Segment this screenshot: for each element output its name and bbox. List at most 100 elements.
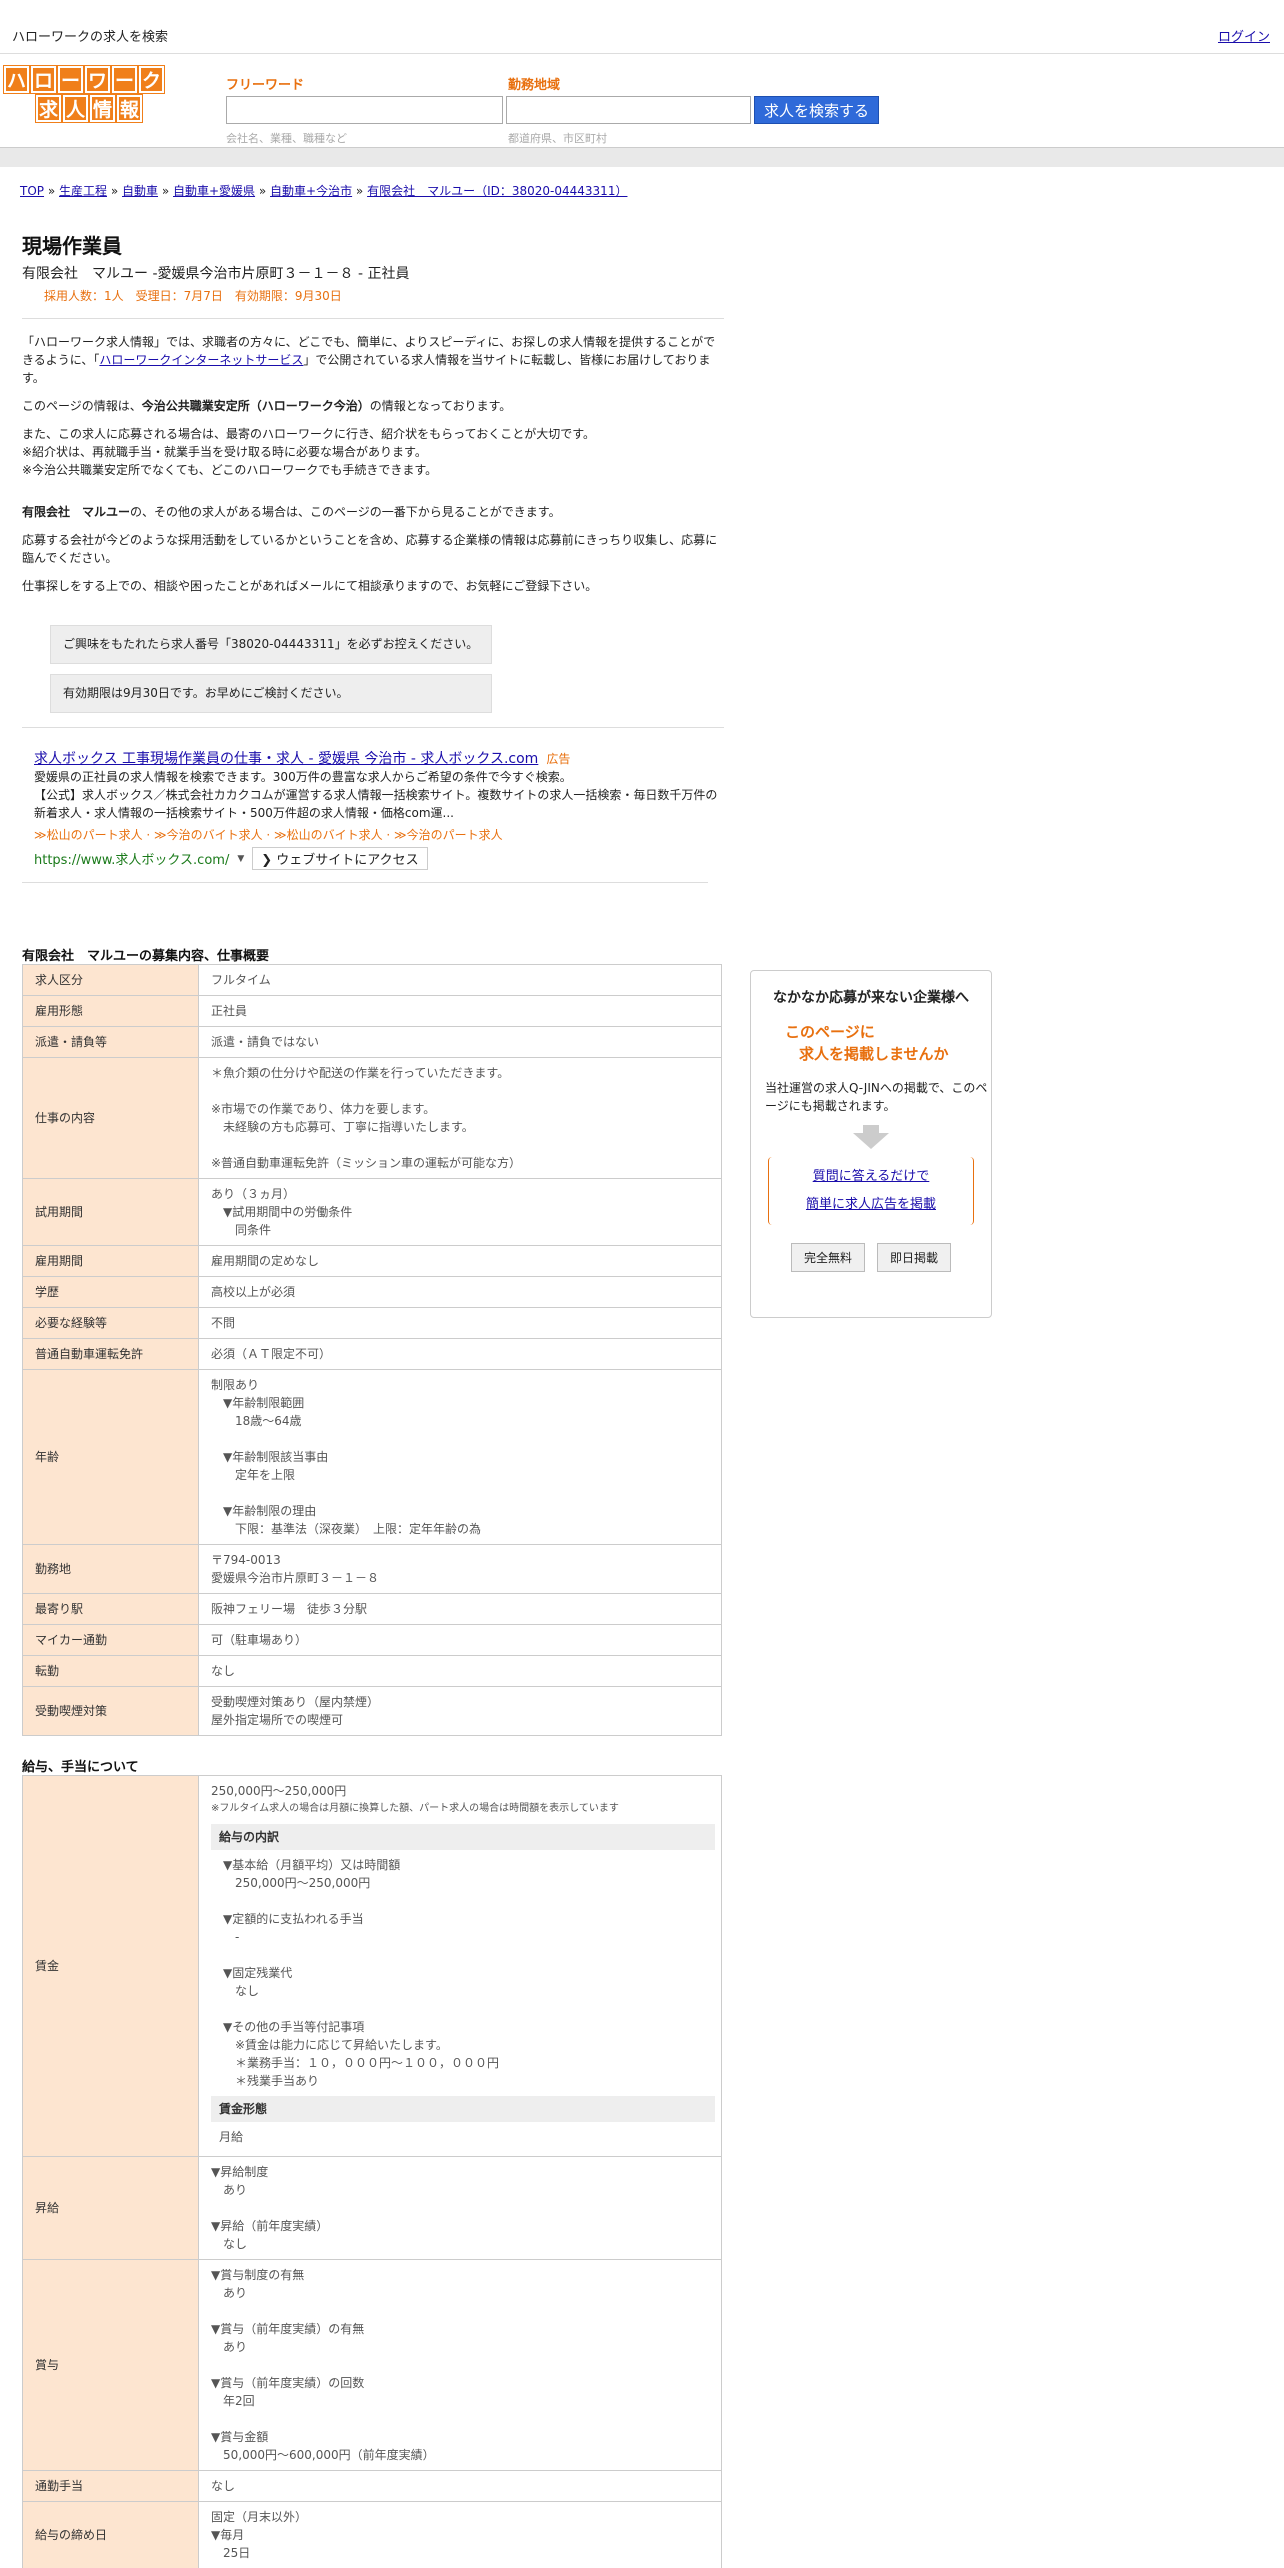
expiry-notice: 有効期限は9月30日です。お早めにご検討ください。 [50, 674, 492, 713]
visit-website-button[interactable]: ❯ ウェブサイトにアクセス [252, 847, 428, 870]
table-row: 雇用期間 雇用期間の定めなし [22, 1245, 722, 1277]
row-value: 固定（月末以外） ▼毎月 25日 [198, 2501, 722, 2568]
table-row: 派遣・請負等 派遣・請負ではない [22, 1026, 722, 1058]
logo-char: ー [111, 65, 138, 94]
sidebar-link-questions[interactable]: 質問に答えるだけで [813, 1169, 930, 1184]
table-row: 通勤手当 なし [22, 2470, 722, 2502]
freeword-input[interactable] [226, 96, 503, 124]
area-input[interactable] [506, 96, 751, 124]
row-value: ▼昇給制度 あり ▼昇給（前年度実績） なし [198, 2156, 722, 2260]
site-description: ハローワークの求人を検索 [12, 30, 169, 45]
row-label: 派遣・請負等 [22, 1026, 199, 1058]
row-label: 最寄り駅 [22, 1593, 199, 1625]
intro-text: このページの情報は、 [22, 399, 142, 413]
intro-text: ※今治公共職業安定所でなくても、どこのハローワークでも手続きできます。 [22, 463, 438, 477]
main-content: 現場作業員 有限会社 マルユー -愛媛県今治市片原町３－１－８ - 正社員 採用… [22, 230, 724, 2568]
breadcrumb-company[interactable]: 有限会社 マルユー（ID：38020-04443311） [367, 184, 627, 198]
breadcrumb-category[interactable]: 生産工程 [59, 184, 107, 198]
table-row: 学歴 高校以上が必須 [22, 1276, 722, 1308]
ad-description-2: 【公式】求人ボックス／株式会社カカクコムが運営する求人情報一括検索サイト。複数サ… [34, 788, 718, 820]
table-row: 最寄り駅 阪神フェリー場 徒歩３分駅 [22, 1593, 722, 1625]
breakdown-content: ▼基本給（月額平均）又は時間額 250,000円〜250,000円 ▼定額的に支… [223, 1858, 500, 2088]
breadcrumb-subcategory[interactable]: 自動車 [122, 184, 158, 198]
intro-paragraph-6: 仕事探しをする上での、相談や困ったことがあればメールにて相談承りますので、お気軽… [22, 579, 598, 593]
row-value: フルタイム [198, 964, 722, 996]
ad-sublinks[interactable]: ≫松山のパート求人 · ≫今治のバイト求人 · ≫松山のバイト求人 · ≫今治の… [34, 826, 724, 843]
row-label: 雇用形態 [22, 995, 199, 1027]
logo-char: ハ [3, 65, 30, 94]
logo-char: 情 [89, 94, 116, 123]
intro-paragraph-1: 「ハローワーク求人情報」では、求職者の方々に、どこでも、簡単に、よりスピーディに… [22, 333, 724, 387]
intro-paragraph-3: また、この求人に応募される場合は、最寄のハローワークに行き、紹介状をもらっておく… [22, 425, 724, 479]
breadcrumb: TOP » 生産工程 » 自動車 » 自動車+愛媛県 » 自動車+今治市 » 有… [20, 184, 628, 198]
row-label: 仕事の内容 [22, 1057, 199, 1179]
overview-title: 有限会社 マルユーの募集内容、仕事概要 [22, 949, 270, 964]
ad-title-link[interactable]: 求人ボックス 工事現場作業員の仕事・求人 - 愛媛県 今治市 - 求人ボックス.… [34, 751, 538, 767]
login-link[interactable]: ログイン [1218, 26, 1270, 45]
table-row: 仕事の内容 ＊魚介類の仕分けや配送の作業を行っていただきます。 ※市場での作業であ… [22, 1057, 722, 1179]
table-row: 給与の締め日 固定（月末以外） ▼毎月 25日 [22, 2501, 722, 2568]
row-label: 試用期間 [22, 1178, 199, 1246]
table-row: 雇用形態 正社員 [22, 995, 722, 1027]
ad-url-row: https://www.求人ボックス.com/ ▼ ❯ ウェブサイトにアクセス [34, 847, 724, 870]
breakdown-heading: 給与の内訳 [211, 1824, 715, 1850]
row-value: 受動喫煙対策あり（屋内禁煙） 屋外指定場所での喫煙可 [198, 1686, 722, 1736]
wage-form-value: 月給 [219, 2130, 244, 2144]
row-label: 学歴 [22, 1276, 199, 1308]
sidebar-text: 当社運営の求人Q-JINへの掲載で、このページにも掲載されます。 [765, 1081, 988, 1113]
logo-char: 人 [62, 94, 89, 123]
breadcrumb-city[interactable]: 自動車+今治市 [270, 184, 352, 198]
row-label: 賞与 [22, 2259, 199, 2471]
row-label: 求人区分 [22, 964, 199, 996]
table-row: 転勤 なし [22, 1655, 722, 1687]
breadcrumb-top[interactable]: TOP [20, 184, 44, 198]
sidebar-catch-line-1: このページに [785, 1023, 875, 1041]
row-value: 〒794-0013 愛媛県今治市片原町３－１－８ [198, 1544, 722, 1594]
same-day-button[interactable]: 即日掲載 [877, 1243, 952, 1272]
intro-paragraph-4: 有限会社 マルユーの、その他の求人がある場合は、このページの一番下から見ることが… [22, 503, 724, 521]
table-row: マイカー通勤 可（駐車場あり） [22, 1624, 722, 1656]
wage-note: ※フルタイム求人の場合は月額に換算した額、パート求人の場合は時間額を表示していま… [211, 1803, 619, 1814]
hellowork-internet-link[interactable]: ハローワークインターネットサービス [99, 353, 303, 367]
sidebar-link-post-ad[interactable]: 簡単に求人広告を掲載 [806, 1197, 936, 1212]
row-label: 年齢 [22, 1369, 199, 1545]
intro-paragraph-5: 応募する会社が今どのような採用活動をしているかということを含め、応募する企業様の… [22, 533, 718, 565]
company-line: 有限会社 マルユー -愛媛県今治市片原町３－１－８ - 正社員 [22, 266, 410, 282]
office-name: 今治公共職業安定所（ハローワーク今治） [141, 399, 370, 413]
logo-char: ー [57, 65, 84, 94]
wage-range: 250,000円〜250,000円 [211, 1784, 347, 1798]
logo-char: 報 [116, 94, 143, 123]
table-row: 必要な経験等 不問 [22, 1307, 722, 1339]
row-value: ＊魚介類の仕分けや配送の作業を行っていただきます。 ※市場での作業であり、体力を… [198, 1057, 722, 1179]
divider [22, 318, 724, 319]
search-button[interactable]: 求人を検索する [754, 96, 879, 124]
breadcrumb-prefecture[interactable]: 自動車+愛媛県 [173, 184, 255, 198]
sidebar-catchphrase: このページに 求人を掲載しませんか [751, 1021, 991, 1065]
row-label: 受動喫煙対策 [22, 1686, 199, 1736]
row-label: 通勤手当 [22, 2470, 199, 2502]
row-label: 普通自動車運転免許 [22, 1338, 199, 1370]
arrow-down-icon [863, 1125, 879, 1133]
row-label: 勤務地 [22, 1544, 199, 1594]
logo-char: ロ [30, 65, 57, 94]
table-row: 求人区分 フルタイム [22, 964, 722, 996]
logo-char: ク [138, 65, 165, 94]
chevron-down-icon[interactable]: ▼ [237, 854, 244, 864]
site-logo[interactable]: ハローワーク 求人情報 [3, 65, 182, 124]
row-value: 正社員 [198, 995, 722, 1027]
intro-text: の、その他の求人がある場合は、このページの一番下から見ることができます。 [130, 505, 561, 519]
wage-cell: 250,000円〜250,000円 ※フルタイム求人の場合は月額に換算した額、パ… [198, 1775, 722, 2157]
table-row: 勤務地 〒794-0013 愛媛県今治市片原町３－１－８ [22, 1544, 722, 1594]
salary-title: 給与、手当について [22, 1760, 139, 1775]
ad-description-1: 愛媛県の正社員の求人情報を検索できます。300万件の豊富な求人からご希望の条件で… [34, 770, 572, 784]
row-value: 雇用期間の定めなし [198, 1245, 722, 1277]
overview-table: 求人区分 フルタイム 雇用形態 正社員 派遣・請負等 派遣・請負ではない 仕事の内容 ＊魚介類… [22, 964, 722, 1736]
row-value: なし [198, 1655, 722, 1687]
intro-text: また、この求人に応募される場合は、最寄のハローワークに行き、紹介状をもらっておく… [22, 427, 596, 441]
row-label: 昇給 [22, 2156, 199, 2260]
row-value: 不問 [198, 1307, 722, 1339]
free-button[interactable]: 完全無料 [790, 1243, 865, 1272]
divider [22, 882, 708, 883]
table-row: 賃金 250,000円〜250,000円 ※フルタイム求人の場合は月額に換算した… [22, 1775, 722, 2157]
ad-url[interactable]: https://www.求人ボックス.com/ [34, 849, 229, 868]
